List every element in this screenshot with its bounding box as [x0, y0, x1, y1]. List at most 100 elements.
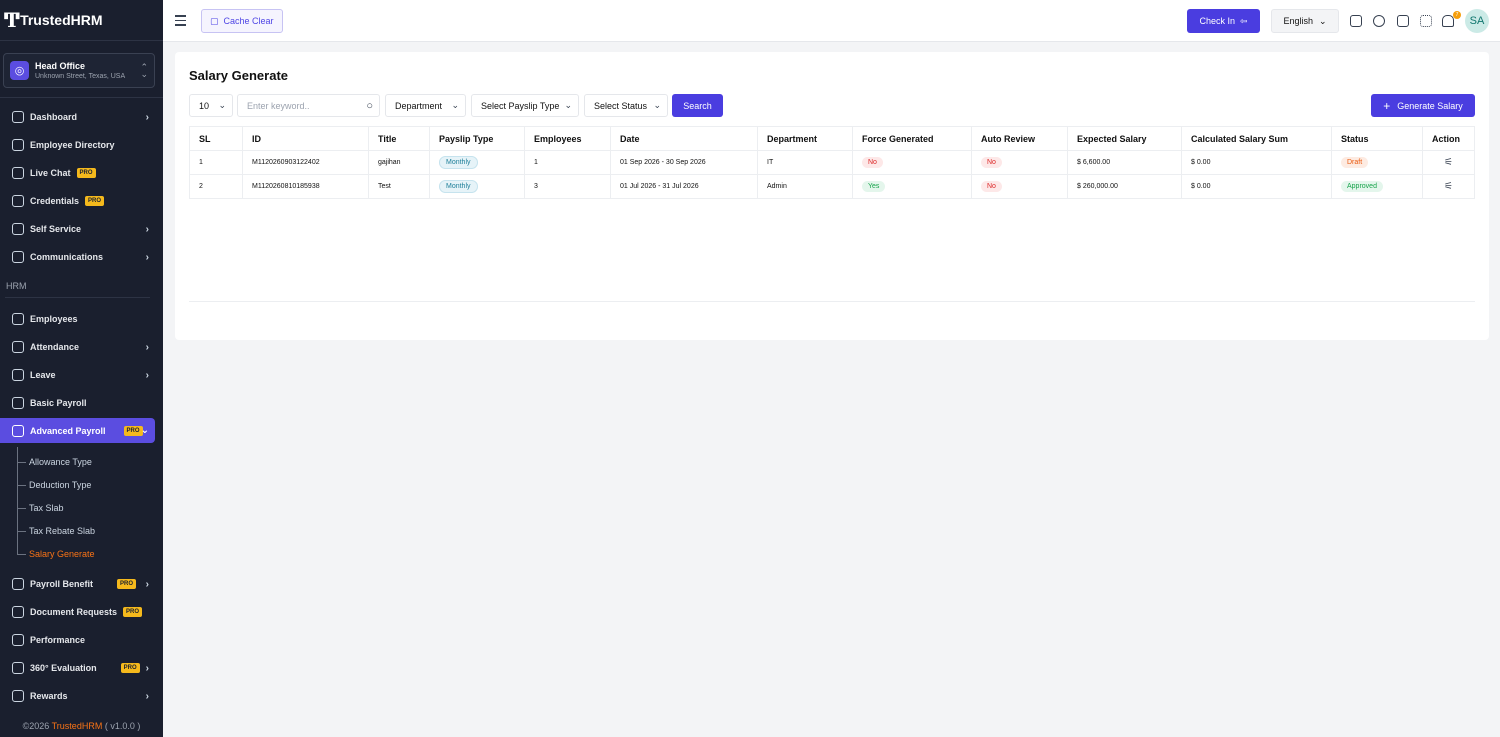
- column-header[interactable]: SL: [189, 126, 243, 151]
- column-header[interactable]: Title: [368, 126, 430, 151]
- chevron-down-icon: ⌄: [1318, 15, 1327, 26]
- sidebar-item-rewards[interactable]: Rewards ›: [0, 684, 155, 708]
- column-header[interactable]: Payslip Type: [429, 126, 525, 151]
- sidebar-subitem-deduction-type[interactable]: Deduction Type: [29, 480, 91, 490]
- cache-icon: ▢: [210, 15, 219, 26]
- sidebar-item-label: Performance: [30, 635, 86, 645]
- cell-action: ⚟: [1422, 174, 1475, 199]
- avatar[interactable]: SA: [1465, 9, 1489, 33]
- footer-brand-link[interactable]: TrustedHRM: [52, 721, 103, 731]
- bell-icon[interactable]: [1442, 15, 1454, 27]
- sidebar-subitem-allowance-type[interactable]: Allowance Type: [29, 457, 92, 467]
- sidebar-item-label: Self Service: [30, 224, 82, 234]
- sidebar-subitem-salary-generate[interactable]: Salary Generate: [29, 549, 95, 559]
- sidebar-item-label: Attendance: [30, 342, 80, 352]
- column-header[interactable]: Calculated Salary Sum: [1181, 126, 1332, 151]
- status-select-label: Select Status: [594, 100, 648, 111]
- check-in-label: Check In: [1199, 16, 1235, 26]
- column-header[interactable]: Force Generated: [852, 126, 972, 151]
- sidebar-item-label: Dashboard: [30, 112, 78, 122]
- cell-sl: 2: [189, 174, 243, 199]
- footer-prefix: ©2026: [22, 721, 52, 731]
- directory-icon: [12, 139, 24, 151]
- table-row: 2 M1120260810185938 Test Monthly 3 01 Ju…: [189, 174, 1475, 199]
- action-settings-icon[interactable]: ⚟: [1444, 181, 1453, 192]
- cell-sl: 1: [189, 150, 243, 175]
- language-selector[interactable]: English ⌄: [1271, 9, 1339, 33]
- sidebar-subitem-tax-slab[interactable]: Tax Slab: [29, 503, 64, 513]
- check-in-button[interactable]: Check In ⇦: [1187, 9, 1260, 33]
- generate-salary-button[interactable]: + Generate Salary: [1371, 94, 1475, 117]
- sidebar: Ͳ TrustedHRM ◎ Head Office Unknown Stree…: [0, 0, 163, 737]
- column-header[interactable]: Date: [610, 126, 758, 151]
- table-footer-divider: [189, 301, 1475, 302]
- tree-tick: [17, 531, 26, 532]
- sidebar-item-payroll-benefit[interactable]: Payroll Benefit PRO ›: [0, 572, 155, 596]
- chevron-down-icon: ⌄: [564, 100, 572, 110]
- sidebar-item-360-evaluation[interactable]: 360° Evaluation PRO ›: [0, 656, 155, 680]
- sidebar-item-leave[interactable]: Leave ›: [0, 363, 155, 387]
- message-icon[interactable]: [1397, 15, 1409, 27]
- chevron-down-icon: ⌄: [140, 425, 149, 436]
- search-button[interactable]: Search: [672, 94, 723, 117]
- cache-clear-button[interactable]: ▢ Cache Clear: [201, 9, 283, 33]
- brand-logo[interactable]: Ͳ TrustedHRM: [0, 0, 163, 41]
- generate-salary-label: Generate Salary: [1397, 100, 1463, 111]
- table-row: 1 M1120260903122402 gajihan Monthly 1 01…: [189, 150, 1475, 175]
- cell-auto-review: No: [971, 150, 1068, 175]
- sidebar-item-performance[interactable]: Performance: [0, 628, 155, 652]
- sidebar-item-document-requests[interactable]: Document Requests PRO: [0, 600, 155, 624]
- chevron-right-icon: ›: [145, 369, 149, 381]
- section-label-hrm: HRM: [6, 281, 27, 291]
- notification-badge: 7: [1453, 11, 1461, 19]
- add-icon[interactable]: [1350, 15, 1362, 27]
- sidebar-item-employees[interactable]: Employees: [0, 307, 155, 331]
- dashboard-icon: [12, 111, 24, 123]
- cell-auto-review: No: [971, 174, 1068, 199]
- department-select[interactable]: Department ⌄: [385, 94, 466, 117]
- sidebar-item-basic-payroll[interactable]: Basic Payroll: [0, 391, 155, 415]
- action-settings-icon[interactable]: ⚟: [1444, 157, 1453, 168]
- document-icon: [12, 606, 24, 618]
- branch-icon: ◎: [10, 61, 29, 80]
- column-header[interactable]: Department: [757, 126, 853, 151]
- sidebar-item-attendance[interactable]: Attendance ›: [0, 335, 155, 359]
- column-header[interactable]: Employees: [524, 126, 611, 151]
- sidebar-item-self-service[interactable]: Self Service ›: [0, 217, 155, 241]
- sidebar-item-advanced-payroll[interactable]: Advanced Payroll PRO ⌄: [0, 418, 155, 443]
- sidebar-item-label: Communications: [30, 252, 104, 262]
- column-header[interactable]: Status: [1331, 126, 1423, 151]
- sidebar-item-communications[interactable]: Communications ›: [0, 245, 155, 269]
- cell-department: IT: [757, 150, 853, 175]
- sidebar-item-credentials[interactable]: Credentials PRO: [0, 189, 155, 213]
- apps-grid-icon[interactable]: [1420, 15, 1432, 27]
- sidebar-item-employee-directory[interactable]: Employee Directory: [0, 133, 155, 157]
- payslip-type-badge: Monthly: [439, 156, 478, 169]
- sidebar-subitem-tax-rebate-slab[interactable]: Tax Rebate Slab: [29, 526, 95, 536]
- sidebar-item-live-chat[interactable]: Live Chat PRO: [0, 161, 155, 185]
- topbar: ▢ Cache Clear Check In ⇦ English ⌄ 7 SA: [163, 0, 1500, 42]
- status-select[interactable]: Select Status ⌄: [584, 94, 668, 117]
- tree-tick: [17, 554, 26, 555]
- search-input[interactable]: Enter keyword.. ○: [237, 94, 380, 117]
- pro-badge: PRO: [123, 607, 143, 617]
- column-header[interactable]: ID: [242, 126, 369, 151]
- column-header[interactable]: Auto Review: [971, 126, 1068, 151]
- tree-tick: [17, 485, 26, 486]
- search-icon: ○: [366, 99, 373, 112]
- note-icon[interactable]: [1373, 15, 1385, 27]
- menu-toggle-icon[interactable]: [175, 15, 186, 29]
- branch-selector[interactable]: ◎ Head Office Unknown Street, Texas, USA…: [3, 53, 155, 88]
- sidebar-item-label: Employees: [30, 314, 78, 324]
- department-select-label: Department: [395, 100, 443, 111]
- force-generated-badge: No: [862, 157, 883, 168]
- sidebar-item-dashboard[interactable]: Dashboard ›: [0, 105, 155, 129]
- per-page-select[interactable]: 10 ⌄: [189, 94, 233, 117]
- plus-icon: +: [1383, 98, 1391, 113]
- column-header[interactable]: Expected Salary: [1067, 126, 1182, 151]
- auto-review-badge: No: [981, 157, 1002, 168]
- cell-calculated-salary: $ 0.00: [1181, 174, 1332, 199]
- cache-clear-label: Cache Clear: [223, 16, 274, 26]
- payslip-type-select[interactable]: Select Payslip Type ⌄: [471, 94, 579, 117]
- divider: [0, 97, 163, 98]
